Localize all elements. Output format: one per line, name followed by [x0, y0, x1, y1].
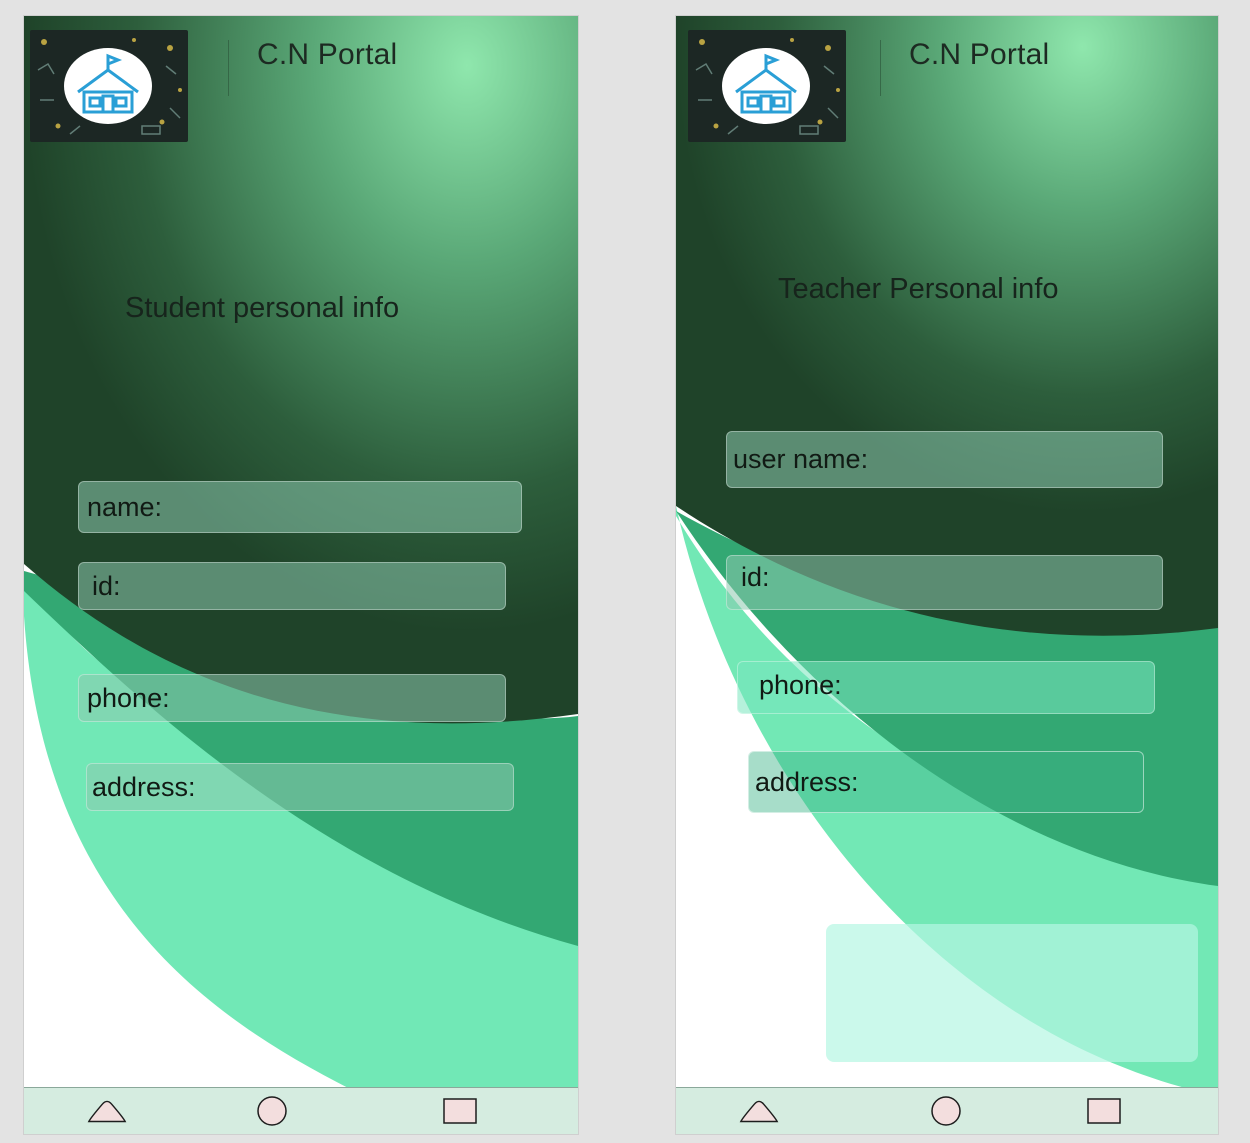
school-logo: [688, 30, 846, 142]
back-triangle-icon[interactable]: [737, 1094, 781, 1128]
id-field[interactable]: id:: [78, 562, 506, 610]
navigation-bar: [24, 1087, 578, 1134]
user-name-label: user name:: [733, 444, 869, 474]
student-screen: C.N Portal Student personal info name: i…: [24, 16, 578, 1134]
id-label: id:: [741, 562, 770, 592]
header-divider: [880, 40, 881, 96]
recents-square-icon[interactable]: [1082, 1094, 1126, 1128]
back-triangle-icon[interactable]: [85, 1094, 129, 1128]
address-field[interactable]: address:: [86, 763, 514, 811]
name-label: name:: [87, 491, 163, 522]
header-divider: [228, 40, 229, 96]
address-label: address:: [755, 766, 859, 797]
teacher-screen: C.N Portal Teacher Personal info user na…: [676, 16, 1218, 1134]
home-circle-icon[interactable]: [250, 1094, 294, 1128]
school-logo: [30, 30, 188, 142]
address-label: address:: [92, 771, 196, 802]
address-field[interactable]: address:: [748, 751, 1144, 813]
phone-field[interactable]: phone:: [737, 661, 1155, 714]
portal-title: C.N Portal: [909, 38, 1050, 71]
user-name-field[interactable]: user name:: [726, 431, 1163, 488]
phone-field[interactable]: phone:: [78, 674, 506, 722]
id-field[interactable]: id:: [726, 555, 1163, 610]
home-circle-icon[interactable]: [924, 1094, 968, 1128]
name-field[interactable]: name:: [78, 481, 522, 533]
form-title: Student personal info: [125, 292, 400, 324]
id-label: id:: [92, 570, 121, 601]
recents-square-icon[interactable]: [438, 1094, 482, 1128]
phone-label: phone:: [759, 670, 842, 700]
phone-label: phone:: [87, 682, 170, 713]
form-title: Teacher Personal info: [778, 273, 1059, 305]
portal-title: C.N Portal: [257, 38, 398, 71]
navigation-bar: [676, 1087, 1218, 1134]
